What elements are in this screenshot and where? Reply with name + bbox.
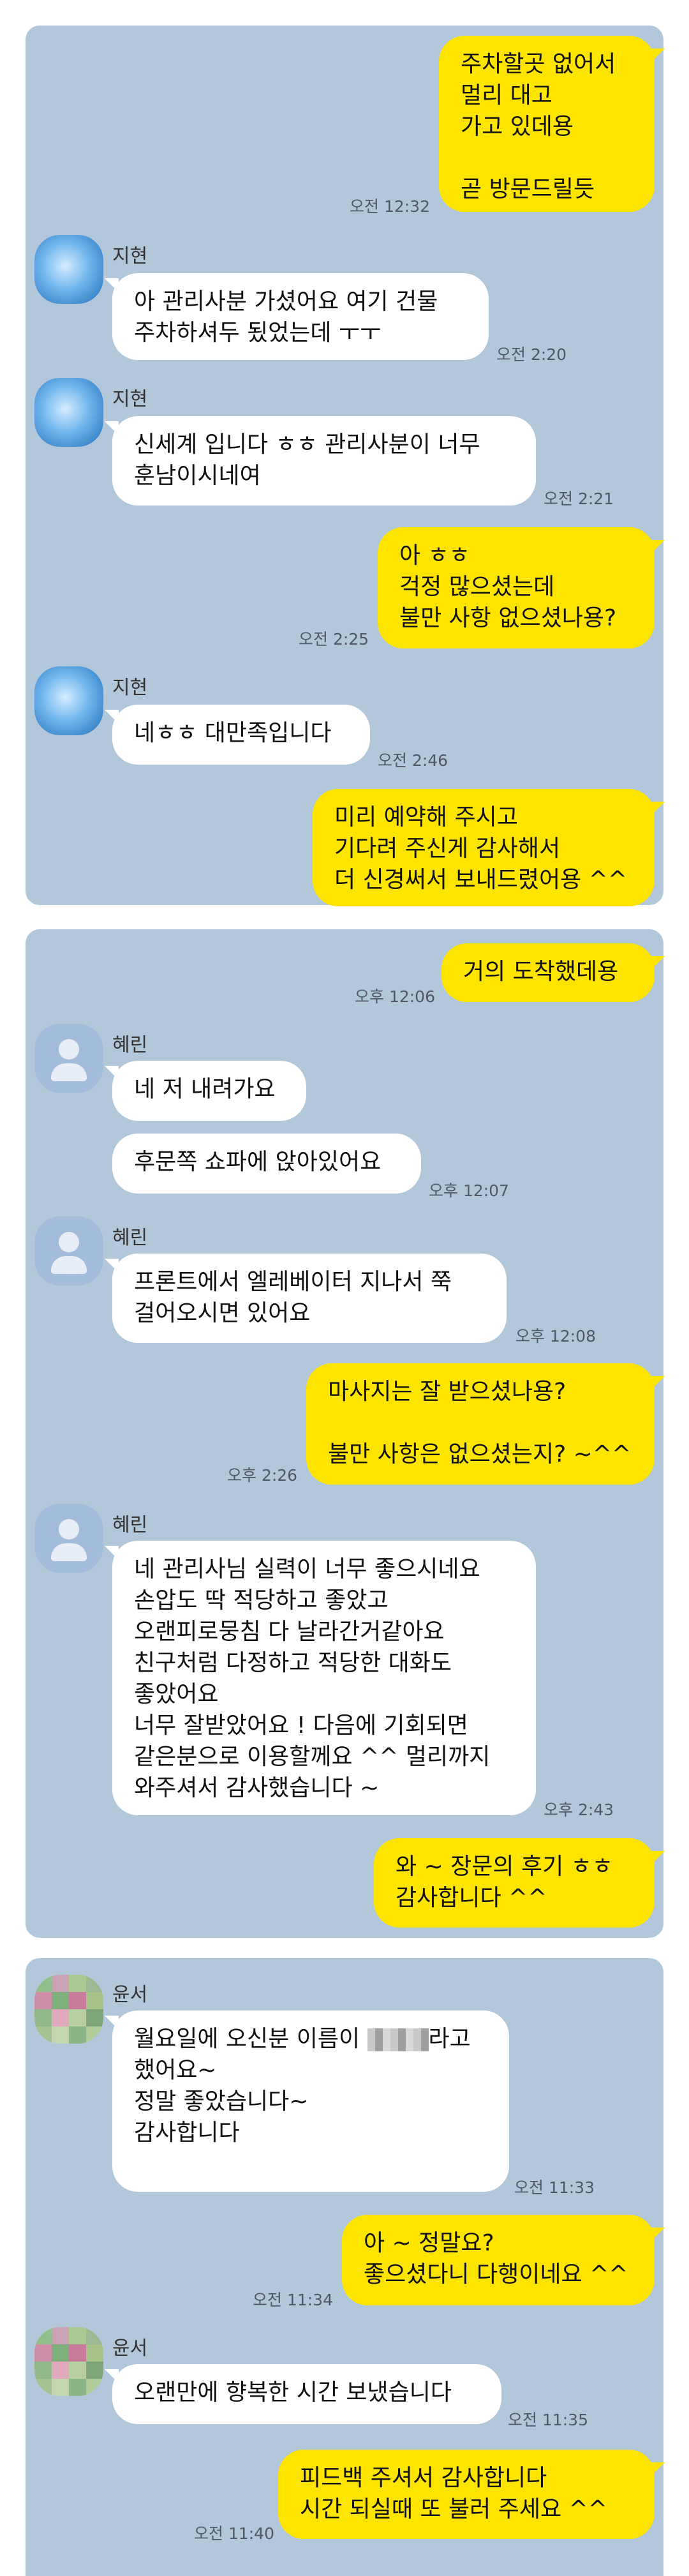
message-time: 오후 12:07 [429,1181,509,1200]
message-time: 오전 2:46 [378,751,448,770]
sender-name: 지현 [112,388,148,410]
message-bubble-in[interactable]: 네 저 내려가요 [112,1061,306,1121]
message-time: 오후 12:06 [355,987,435,1006]
message-bubble-out[interactable]: 아 ㅎㅎ 걱정 많으셨는데 불만 사항 없으셨나용? [378,527,655,648]
message-time: 오전 11:35 [508,2411,588,2429]
avatar-jihyun[interactable] [34,666,103,735]
message-time: 오후 2:26 [227,1466,298,1485]
message-bubble-out[interactable]: 거의 도착했데용 [441,943,655,1002]
chat-panel-2: 거의 도착했데용 오후 12:06 혜린 네 저 내려가요 후문쪽 쇼파에 앉아… [26,929,665,1938]
sender-name: 윤서 [112,1984,148,2006]
message-time: 오전 11:34 [253,2291,333,2309]
sender-name: 지현 [112,245,148,267]
avatar-jihyun[interactable] [34,378,103,447]
sender-name: 혜린 [112,1514,148,1536]
message-bubble-in[interactable]: 네ㅎㅎ 대만족입니다 [112,705,370,765]
avatar-yunseo[interactable] [34,2327,103,2396]
message-time: 오전 2:21 [544,490,614,508]
avatar-yunseo[interactable] [34,1975,103,2044]
message-bubble-in[interactable]: 후문쪽 쇼파에 앉아있어요 [112,1134,421,1194]
avatar-hyerin[interactable] [34,1217,103,1285]
message-time: 오전 11:40 [194,2524,274,2543]
sender-name: 윤서 [112,2337,148,2360]
message-bubble-in[interactable]: 신세계 입니다 ㅎㅎ 관리사분이 너무 훈남이시네여 [112,416,536,505]
message-bubble-in[interactable]: 네 관리사님 실력이 너무 좋으시네요 손압도 딱 적당하고 좋았고 오랜피로뭉… [112,1541,536,1815]
message-time: 오후 2:43 [544,1801,614,1819]
sender-name: 혜린 [112,1227,148,1249]
message-time: 오후 12:08 [515,1327,596,1345]
sender-name: 지현 [112,677,148,699]
avatar-hyerin[interactable] [34,1024,103,1093]
sender-name: 혜린 [112,1034,148,1056]
censored-name [367,2028,429,2051]
avatar-jihyun[interactable] [34,235,103,304]
message-bubble-in[interactable]: 오랜만에 향복한 시간 보냈습니다 [112,2364,501,2424]
message-time: 오전 2:20 [496,345,567,364]
chat-panel-1: 주차할곳 없어서 멀리 대고 가고 있데용 곧 방문드릴듯 오전 12:32 지… [26,26,665,906]
message-bubble-out[interactable]: 아 ~ 정말요? 좋으셨다니 다행이네요 ^^ [342,2215,655,2305]
message-bubble-out[interactable]: 마사지는 잘 받으셨나용? 불만 사항은 없으셨는지? ~^^ [306,1363,655,1485]
message-time: 오전 12:32 [350,197,430,216]
chat-panel-3: 윤서 월요일에 오신분 이름이 라고 했어요~ 정말 좋았습니다~ 감사합니다 … [26,1958,665,2576]
message-bubble-out[interactable]: 와 ~ 장문의 후기 ㅎㅎ 감사합니다 ^^ [374,1838,655,1928]
message-bubble-in[interactable]: 월요일에 오신분 이름이 라고 했어요~ 정말 좋았습니다~ 감사합니다 [112,2011,509,2192]
avatar-hyerin[interactable] [34,1504,103,1573]
message-bubble-in[interactable]: 프론트에서 엘레베이터 지나서 쭉 걸어오시면 있어요 [112,1254,507,1343]
message-bubble-out[interactable]: 주차할곳 없어서 멀리 대고 가고 있데용 곧 방문드릴듯 [439,36,655,212]
message-bubble-in[interactable]: 아 관리사분 가셨어요 여기 건물 주차하셔두 됬었는데 ㅜㅜ [112,273,489,360]
message-time: 오전 2:25 [299,630,369,648]
message-bubble-out[interactable]: 피드백 주셔서 감사합니다 시간 되실때 또 불러 주세요 ^^ [278,2450,655,2539]
message-bubble-out[interactable]: 미리 예약해 주시고 기다려 주신게 감사해서 더 신경써서 보내드렸어용 ^^ [313,789,655,906]
message-time: 오전 11:33 [514,2178,595,2197]
